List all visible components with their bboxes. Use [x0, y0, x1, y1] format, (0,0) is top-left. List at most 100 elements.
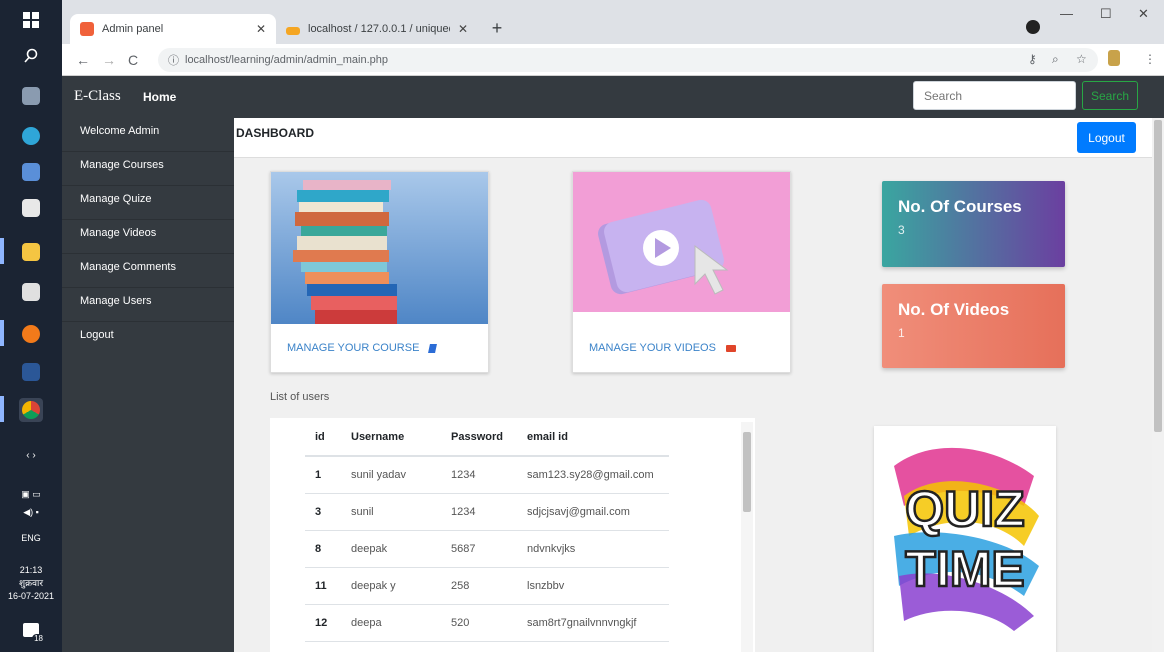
- cell-password: 5687: [441, 530, 517, 568]
- back-icon[interactable]: ←: [76, 52, 90, 68]
- clock-date: 16-07-2021: [7, 591, 55, 601]
- url-text: localhost/learning/admin/admin_main.php: [185, 54, 389, 66]
- logout-button[interactable]: Logout: [1077, 122, 1136, 153]
- word-icon[interactable]: [19, 360, 43, 384]
- cell-password: 1234: [441, 493, 517, 531]
- users-list-label: List of users: [270, 391, 330, 403]
- sidebar-item-comments[interactable]: Manage Comments: [62, 254, 234, 288]
- manage-course-card[interactable]: MANAGE YOUR COURSE: [270, 171, 489, 373]
- table-scrollbar-thumb[interactable]: [743, 432, 751, 512]
- search-input[interactable]: [913, 81, 1076, 110]
- sidebar-item-users[interactable]: Manage Users: [62, 288, 234, 322]
- page-title: DASHBOARD: [236, 126, 314, 140]
- cell-email: sam123.sy28@gmail.com: [517, 456, 669, 494]
- key-icon[interactable]: ⚷: [1028, 52, 1037, 66]
- windows-start-icon[interactable]: [19, 8, 43, 32]
- close-icon[interactable]: ✕: [458, 22, 468, 36]
- cell-username: deepak: [341, 530, 441, 568]
- menu-icon[interactable]: ⋮: [1144, 52, 1156, 66]
- tab-favicon-icon: [80, 22, 94, 36]
- courses-count-card[interactable]: No. Of Courses 3: [882, 181, 1065, 267]
- sidebar: Welcome Admin Manage Courses Manage Quiz…: [62, 118, 234, 652]
- clock-day: शुक्रवार: [18, 578, 44, 588]
- file-explorer-icon[interactable]: [19, 240, 43, 264]
- quiz-time-card[interactable]: QUIZ TIME: [874, 426, 1056, 652]
- url-field[interactable]: ⓘ localhost/learning/admin/admin_main.ph…: [158, 48, 1098, 72]
- courses-count-value: 3: [898, 223, 905, 237]
- tab-title: Admin panel: [102, 23, 164, 35]
- manage-videos-card[interactable]: MANAGE YOUR VIDEOS: [572, 171, 791, 373]
- store-icon[interactable]: [19, 280, 43, 304]
- video-player-image: [573, 172, 790, 324]
- cell-id: 3: [305, 493, 341, 531]
- cell-id: 12: [305, 604, 341, 642]
- tab-admin-panel[interactable]: Admin panel ✕: [70, 14, 276, 44]
- column-header-username: Username: [341, 418, 441, 457]
- minimize-icon[interactable]: —: [1060, 6, 1073, 21]
- windows-taskbar: ‹ › ▣ ▭ ◀) ▪ ENG 21:13 शुक्रवार 16-07-20…: [0, 0, 62, 652]
- info-icon[interactable]: ⓘ: [168, 52, 179, 68]
- screen: ‹ › ▣ ▭ ◀) ▪ ENG 21:13 शुक्रवार 16-07-20…: [0, 0, 1164, 652]
- page-scrollbar-thumb[interactable]: [1154, 120, 1162, 432]
- clock-time[interactable]: 21:13: [0, 564, 62, 576]
- table-row: 12 deepa 520 sam8rt7gnailvnnvngkjf: [305, 604, 669, 642]
- chrome-icon[interactable]: [19, 398, 43, 422]
- close-icon[interactable]: ✕: [256, 22, 266, 36]
- videos-count-card[interactable]: No. Of Videos 1: [882, 284, 1065, 368]
- profile-icon[interactable]: [1026, 20, 1040, 34]
- search-button[interactable]: Search: [1082, 81, 1138, 110]
- firefox-icon[interactable]: [19, 322, 43, 346]
- cell-password: 520: [441, 604, 517, 642]
- manage-course-link[interactable]: MANAGE YOUR COURSE: [287, 342, 438, 354]
- app-icon[interactable]: [19, 160, 43, 184]
- volume-icon[interactable]: ◀) ▪: [0, 506, 62, 518]
- manage-course-label: MANAGE YOUR COURSE: [287, 342, 420, 354]
- tab-title: localhost / 127.0.0.1 / uniquede...: [308, 23, 450, 35]
- bookmark-star-icon[interactable]: ☆: [1076, 52, 1087, 66]
- browser-window: Admin panel ✕ localhost / 127.0.0.1 / un…: [62, 0, 1164, 652]
- home-link[interactable]: Home: [143, 90, 176, 104]
- table-row: 3 sunil 1234 sdjcjsavj@gmail.com: [305, 493, 669, 531]
- new-tab-button[interactable]: +: [486, 18, 508, 40]
- table-row: 8 deepak 5687 ndvnkvjks: [305, 530, 669, 568]
- notifications-icon[interactable]: 18: [19, 618, 45, 643]
- extension-icon[interactable]: [1108, 50, 1120, 66]
- notification-count: 18: [32, 634, 45, 643]
- network-icon[interactable]: ▣ ▭: [0, 488, 62, 500]
- mail-icon[interactable]: [19, 196, 43, 220]
- manage-videos-label: MANAGE YOUR VIDEOS: [589, 342, 716, 354]
- cell-email: lsnzbbv: [517, 567, 669, 605]
- tab-phpmyadmin[interactable]: localhost / 127.0.0.1 / uniquede... ✕: [276, 14, 478, 44]
- cell-password: 258: [441, 567, 517, 605]
- sidebar-item-videos[interactable]: Manage Videos: [62, 220, 234, 254]
- cell-username: sunil yadav: [341, 456, 441, 494]
- maximize-icon[interactable]: ☐: [1100, 6, 1112, 22]
- sidebar-item-quize[interactable]: Manage Quize: [62, 186, 234, 220]
- language-indicator[interactable]: ENG: [0, 532, 62, 544]
- camera-app-icon[interactable]: [19, 84, 43, 108]
- tab-strip: Admin panel ✕ localhost / 127.0.0.1 / un…: [62, 0, 1164, 44]
- videos-count-value: 1: [898, 326, 905, 340]
- zoom-icon[interactable]: ⌕: [1052, 52, 1059, 67]
- sidebar-item-welcome[interactable]: Welcome Admin: [62, 118, 234, 152]
- dashboard-header: DASHBOARD Logout: [234, 118, 1152, 158]
- phpmyadmin-icon: [286, 27, 300, 35]
- users-table: id Username Password email id 1 sunil ya…: [305, 418, 669, 642]
- cell-id: 8: [305, 530, 341, 568]
- sidebar-item-logout[interactable]: Logout: [62, 322, 234, 356]
- sidebar-item-courses[interactable]: Manage Courses: [62, 152, 234, 186]
- edge-browser-icon[interactable]: [19, 124, 43, 148]
- active-app-indicator: [0, 396, 4, 422]
- address-bar: ← → C ⓘ localhost/learning/admin/admin_m…: [62, 44, 1164, 76]
- window-close-icon[interactable]: ✕: [1138, 6, 1149, 22]
- taskbar-scroll-arrows[interactable]: ‹ ›: [0, 450, 62, 462]
- forward-icon[interactable]: →: [102, 52, 116, 68]
- reload-icon[interactable]: C: [128, 52, 138, 68]
- cell-username: sunil: [341, 493, 441, 531]
- brand-logo[interactable]: E-Class: [74, 88, 121, 105]
- active-app-indicator: [0, 320, 4, 346]
- users-table-panel: id Username Password email id 1 sunil ya…: [270, 418, 755, 652]
- manage-videos-link[interactable]: MANAGE YOUR VIDEOS: [589, 342, 736, 354]
- cell-email: sdjcjsavj@gmail.com: [517, 493, 669, 531]
- search-icon[interactable]: [19, 44, 43, 68]
